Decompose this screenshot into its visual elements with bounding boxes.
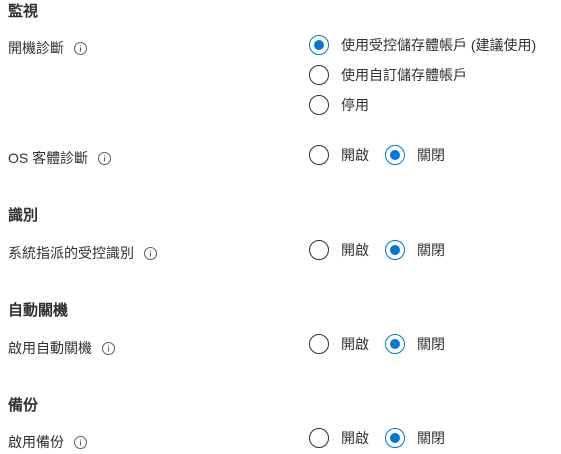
radio-button-selected[interactable] <box>385 428 405 448</box>
section-heading-backup: 備份 <box>8 397 39 414</box>
backup-option-off[interactable]: 關閉 <box>385 428 445 448</box>
os-guest-diagnostics-label: OS 客體診斷 <box>8 148 112 168</box>
radio-button[interactable] <box>309 65 329 85</box>
backup-label-text: 啟用備份 <box>8 434 64 450</box>
auto-shutdown-label: 啟用自動關機 <box>8 338 115 358</box>
radio-button[interactable] <box>309 428 329 448</box>
managed-identity-label: 系統指派的受控識別 <box>8 243 157 263</box>
os-guest-diagnostics-label-text: OS 客體診斷 <box>8 150 89 166</box>
radio-label: 關閉 <box>417 430 445 446</box>
managed-identity-option-on[interactable]: 開啟 <box>309 240 369 260</box>
auto-shutdown-option-off[interactable]: 關閉 <box>385 334 445 354</box>
backup-label: 啟用備份 <box>8 432 87 452</box>
radio-button[interactable] <box>309 334 329 354</box>
radio-label: 開啟 <box>341 147 369 163</box>
radio-label: 開啟 <box>341 336 369 352</box>
radio-button-selected[interactable] <box>385 240 405 260</box>
boot-diagnostics-option-disable[interactable]: 停用 <box>309 95 369 115</box>
info-icon[interactable] <box>74 41 87 55</box>
radio-label: 使用自訂儲存體帳戶 <box>341 67 467 83</box>
section-heading-auto-shutdown: 自動關機 <box>8 302 69 319</box>
radio-button[interactable] <box>309 95 329 115</box>
os-guest-diagnostics-option-on[interactable]: 開啟 <box>309 145 369 165</box>
radio-label: 開啟 <box>341 242 369 258</box>
radio-label: 停用 <box>341 97 369 113</box>
auto-shutdown-option-on[interactable]: 開啟 <box>309 334 369 354</box>
os-guest-diagnostics-option-off[interactable]: 關閉 <box>385 145 445 165</box>
boot-diagnostics-label: 開機診斷 <box>8 38 87 58</box>
radio-label: 關閉 <box>417 336 445 352</box>
auto-shutdown-label-text: 啟用自動關機 <box>8 340 92 356</box>
section-heading-monitoring: 監視 <box>8 3 39 20</box>
radio-button[interactable] <box>309 145 329 165</box>
info-icon[interactable] <box>102 341 115 355</box>
info-icon[interactable] <box>74 435 87 449</box>
radio-label: 關閉 <box>417 242 445 258</box>
radio-button-selected[interactable] <box>385 334 405 354</box>
radio-label: 使用受控儲存體帳戶 (建議使用) <box>341 37 537 53</box>
info-icon[interactable] <box>98 151 112 165</box>
managed-identity-option-off[interactable]: 關閉 <box>385 240 445 260</box>
managed-identity-label-text: 系統指派的受控識別 <box>8 245 134 261</box>
section-heading-identity: 識別 <box>8 207 39 224</box>
radio-button-selected[interactable] <box>309 35 329 55</box>
radio-label: 關閉 <box>417 147 445 163</box>
radio-label: 開啟 <box>341 430 369 446</box>
boot-diagnostics-option-custom[interactable]: 使用自訂儲存體帳戶 <box>309 65 467 85</box>
backup-option-on[interactable]: 開啟 <box>309 428 369 448</box>
info-icon[interactable] <box>144 246 157 260</box>
radio-button-selected[interactable] <box>385 145 405 165</box>
radio-button[interactable] <box>309 240 329 260</box>
boot-diagnostics-option-managed[interactable]: 使用受控儲存體帳戶 (建議使用) <box>309 35 536 55</box>
boot-diagnostics-label-text: 開機診斷 <box>8 40 64 56</box>
